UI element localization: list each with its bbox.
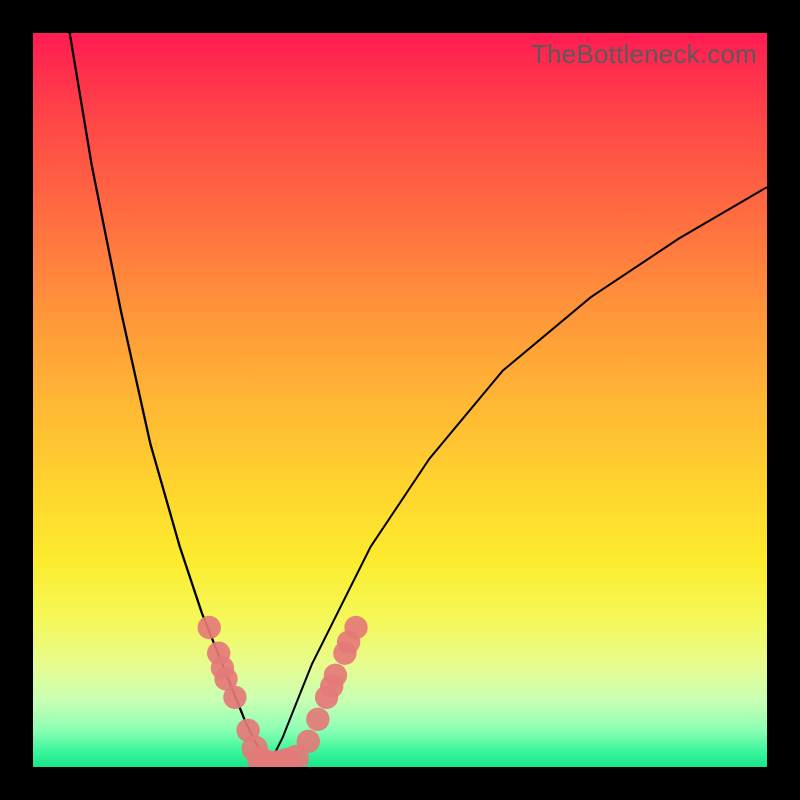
chart-plot-area: TheBottleneck.com [33, 33, 767, 767]
curve-marker [344, 616, 367, 639]
curve-marker [297, 730, 320, 753]
curve-marker [223, 686, 246, 709]
chart-svg [33, 33, 767, 767]
chart-frame: TheBottleneck.com [0, 0, 800, 800]
curve-marker [198, 616, 221, 639]
curve-marker [306, 708, 329, 731]
curve-left-path [70, 33, 268, 767]
marker-group [198, 616, 368, 767]
curve-marker [324, 664, 347, 687]
